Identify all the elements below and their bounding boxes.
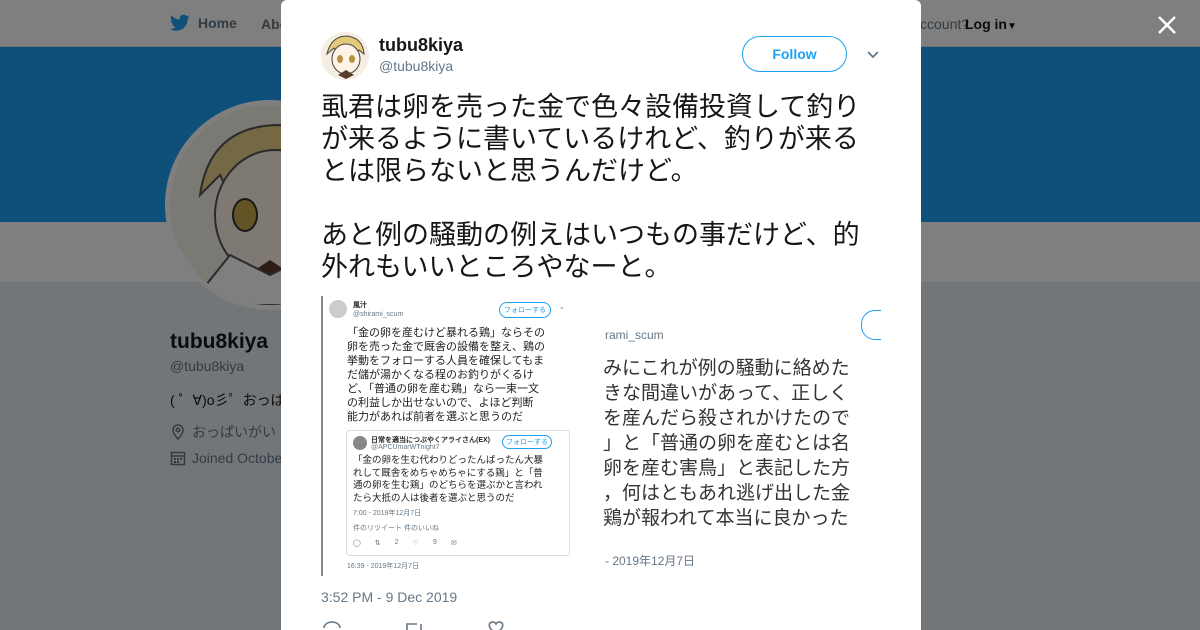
media-right-body: みにこれが例の騒動に絡めた きな間違いがあって、正しく を産んだら殺されかけたの… (603, 357, 851, 529)
quoted-avatar (329, 300, 347, 318)
quoted-body: 「金の卵を生む代わりどったんばったん大暴 れして厩舎をめちゃめちゃにする鶏」と「… (353, 455, 544, 504)
quoted-follow: フォローする (502, 435, 552, 449)
more-options-button[interactable] (865, 46, 881, 62)
media-left-body: 「金の卵を産むけど暴れる鶏」ならその 卵を売った金で厩舎の設備を整え、鶏の 挙動… (347, 326, 545, 423)
media-right-time: - 2019年12月7日 (605, 554, 696, 568)
tweet-media[interactable]: 風汁 @shirami_scum フォローする ⌄ 「金の卵を産むけど暴れる鶏」… (321, 296, 881, 576)
tweet-text: 虱君は卵を売った金で色々設備投資して釣りが来るように書いているけれど、釣りが来る… (321, 92, 861, 283)
user-handle[interactable]: @tubu8kiya (379, 58, 453, 74)
reply-icon: ◯ (353, 540, 361, 547)
retweet-icon[interactable] (403, 620, 425, 630)
user-name[interactable]: tubu8kiya (379, 35, 463, 56)
reply-count: 2 (394, 539, 399, 546)
anime-character-avatar-icon (321, 32, 369, 80)
close-button[interactable] (1152, 10, 1182, 40)
retweet-icon: ⇅ (374, 540, 381, 547)
media-image-left[interactable]: 風汁 @shirami_scum フォローする ⌄ 「金の卵を産むけど暴れる鶏」… (321, 296, 599, 576)
tweet-timestamp[interactable]: 3:52 PM - 9 Dec 2019 (321, 589, 457, 605)
message-icon: ✉ (450, 540, 457, 547)
heart-icon: ♡ (412, 540, 419, 547)
chevron-down-icon (867, 51, 879, 59)
quoted-time: 7:00 - 2019年12月7日 (353, 510, 422, 517)
tweet-modal: tubu8kiya @tubu8kiya Follow 虱君は卵を売った金で色々… (281, 0, 921, 630)
quoted-action-row: ◯ ⇅ 2 ♡ 9 ✉ (353, 539, 457, 547)
media-left-time: 16:39 - 2019年12月7日 (347, 563, 419, 570)
media-left-name: 風汁 (353, 302, 367, 309)
close-icon (1158, 16, 1176, 34)
media-right-handle: rami_scum (605, 328, 664, 342)
quoted-retweets: 件のリツイート 件のいいね (353, 525, 439, 532)
tweet-actions (321, 620, 507, 630)
media-left-handle: @shirami_scum (353, 311, 404, 318)
chevron-down-icon: ⌄ (559, 304, 565, 311)
follow-button[interactable]: Follow (742, 36, 847, 72)
media-right-follow (861, 310, 881, 340)
media-left-follow: フォローする (499, 302, 551, 318)
quoted-card-avatar (353, 436, 367, 450)
user-avatar[interactable] (321, 32, 369, 80)
media-image-right[interactable]: rami_scum みにこれが例の騒動に絡めた きな間違いがあって、正しく を産… (601, 296, 881, 576)
like-count: 9 (432, 539, 437, 546)
reply-icon[interactable] (321, 620, 343, 630)
heart-icon[interactable] (485, 620, 507, 630)
quoted-handle: @APCUmarWTnight7 (371, 444, 440, 451)
quoted-tweet-card: 日常を適当につぶやくアライさん(EX) @APCUmarWTnight7 フォロ… (346, 430, 570, 556)
